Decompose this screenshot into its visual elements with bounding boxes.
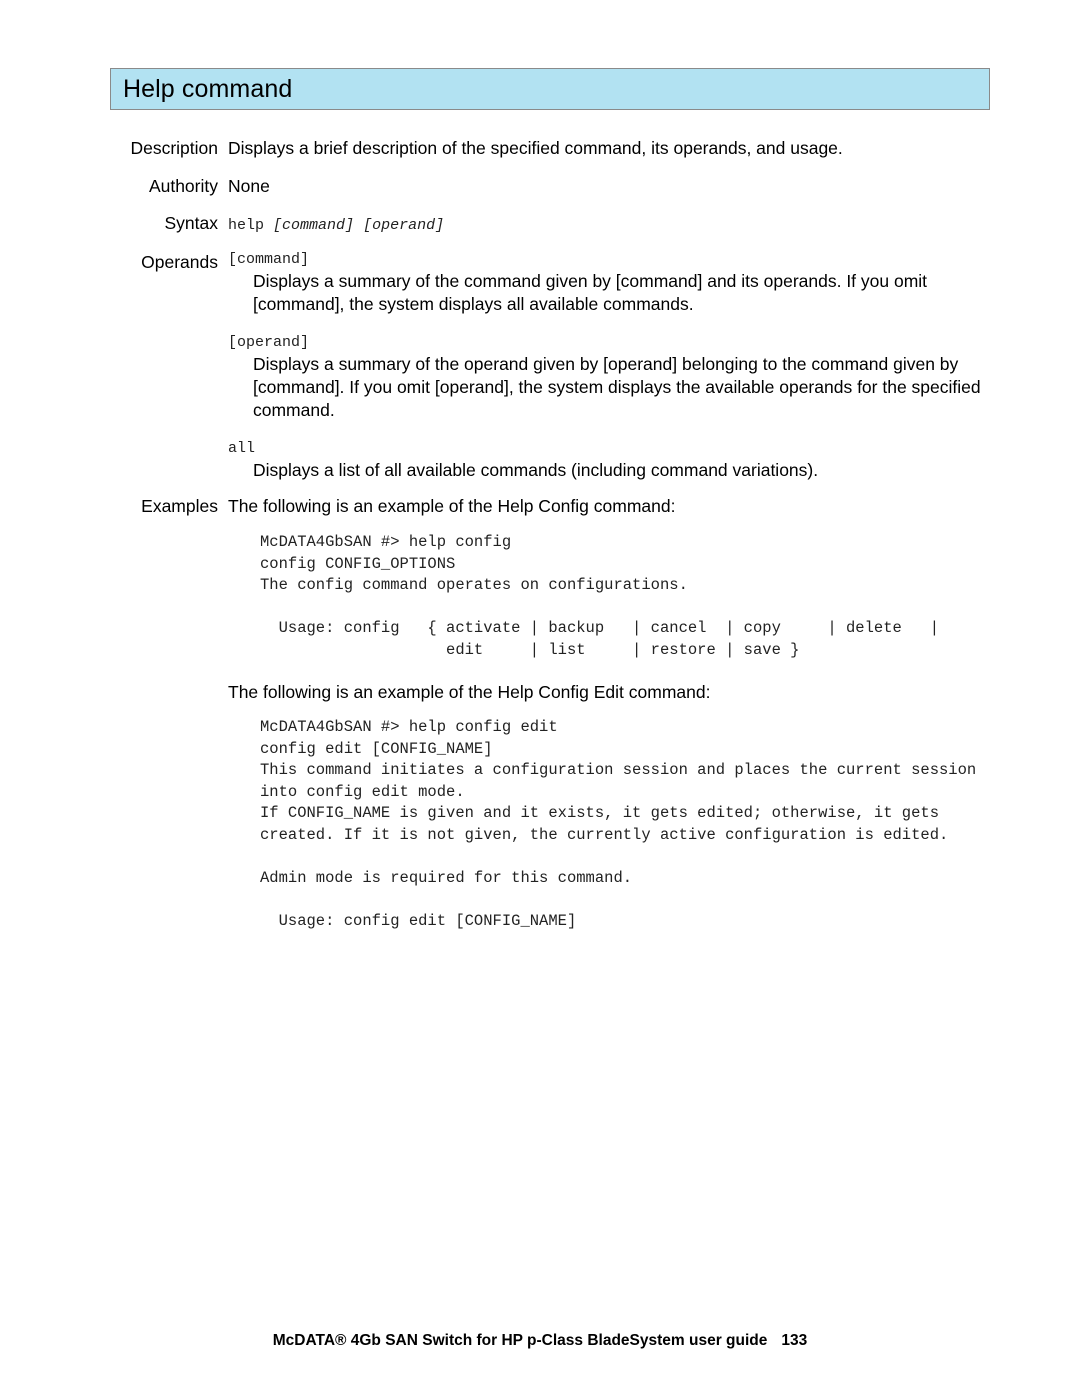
section-syntax: Syntax help [command] [operand] — [0, 211, 1080, 238]
page-content: Description Displays a brief description… — [0, 136, 1080, 932]
syntax-arg-operand: [operand] — [363, 217, 445, 234]
example-intro-config-edit: The following is an example of the Help … — [228, 682, 711, 702]
section-examples: Examples The following is an example of … — [0, 494, 1080, 932]
footer-guide-title: McDATA® 4Gb SAN Switch for HP p-Class Bl… — [272, 1332, 768, 1349]
operand-term: all — [228, 440, 256, 457]
page-title: Help command — [123, 74, 293, 103]
value-examples: The following is an example of the Help … — [218, 494, 1080, 932]
operand-entry: all Displays a list of all available com… — [228, 439, 1080, 482]
operand-term: [operand] — [228, 334, 310, 351]
page-title-bar: Help command — [110, 68, 990, 110]
label-authority: Authority — [148, 176, 218, 196]
page-footer: McDATA® 4Gb SAN Switch for HP p-Class Bl… — [0, 1332, 1080, 1350]
operand-entry: [command] Displays a summary of the comm… — [228, 250, 1080, 316]
value-description: Displays a brief description of the spec… — [228, 138, 843, 158]
label-syntax: Syntax — [164, 213, 219, 233]
label-description: Description — [130, 138, 218, 158]
section-description: Description Displays a brief description… — [0, 136, 1080, 160]
example-code-config-edit: McDATA4GbSAN #> help config edit config … — [260, 718, 977, 930]
value-operands: [command] Displays a summary of the comm… — [218, 250, 1080, 482]
footer-page-number: 133 — [781, 1332, 808, 1349]
value-syntax: help [command] [operand] — [218, 211, 1080, 238]
operand-definition: Displays a list of all available command… — [253, 460, 819, 480]
label-examples: Examples — [141, 496, 218, 516]
syntax-command: help — [228, 217, 265, 234]
operand-term: [command] — [228, 251, 310, 268]
example-code-config: McDATA4GbSAN #> help config config CONFI… — [260, 533, 940, 659]
section-authority: Authority None — [0, 174, 1080, 198]
page-canvas: Help command Description Displays a brie… — [0, 0, 1080, 1397]
operand-definition: Displays a summary of the operand given … — [253, 354, 981, 420]
operand-entry: [operand] Displays a summary of the oper… — [228, 333, 1080, 422]
label-operands: Operands — [141, 252, 218, 272]
section-operands: Operands [command] Displays a summary of… — [0, 250, 1080, 482]
value-authority: None — [228, 176, 270, 196]
syntax-arg-command: [command] — [273, 217, 355, 234]
operand-definition: Displays a summary of the command given … — [253, 271, 928, 314]
example-intro-config: The following is an example of the Help … — [228, 496, 676, 516]
